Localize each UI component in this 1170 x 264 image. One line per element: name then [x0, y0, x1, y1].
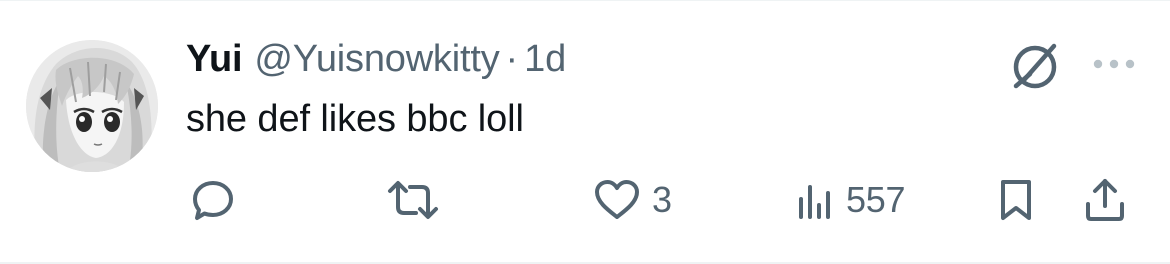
- top-divider: [0, 0, 1170, 1]
- heart-icon: [595, 180, 639, 219]
- display-name[interactable]: Yui: [186, 38, 243, 81]
- tweet-text: she def likes bbc loll: [186, 98, 524, 140]
- like-button[interactable]: 3: [592, 176, 672, 224]
- avatar-image: [26, 40, 158, 172]
- separator-dot: ·: [505, 38, 519, 80]
- more-icon[interactable]: [1088, 44, 1142, 84]
- timestamp[interactable]: 1d: [524, 38, 566, 81]
- retweet-button[interactable]: [386, 176, 450, 224]
- share-icon: [1086, 179, 1124, 221]
- share-button[interactable]: [1082, 176, 1128, 224]
- tweet[interactable]: Yui @Yuisnowkitty · 1d she def likes bbc…: [0, 0, 1170, 264]
- bookmark-button[interactable]: [996, 176, 1036, 224]
- views-count: 557: [846, 179, 906, 220]
- tweet-header: Yui @Yuisnowkitty · 1d: [186, 38, 566, 86]
- grok-icon[interactable]: [1008, 38, 1062, 92]
- reply-button[interactable]: [190, 176, 246, 224]
- reply-icon: [193, 181, 233, 220]
- like-count: 3: [652, 179, 672, 220]
- avatar[interactable]: [26, 40, 158, 172]
- retweet-icon: [388, 181, 438, 219]
- bookmark-icon: [1001, 180, 1031, 220]
- user-handle[interactable]: @Yuisnowkitty: [254, 38, 499, 81]
- views-icon: [799, 185, 830, 219]
- views-button[interactable]: 557: [794, 176, 905, 224]
